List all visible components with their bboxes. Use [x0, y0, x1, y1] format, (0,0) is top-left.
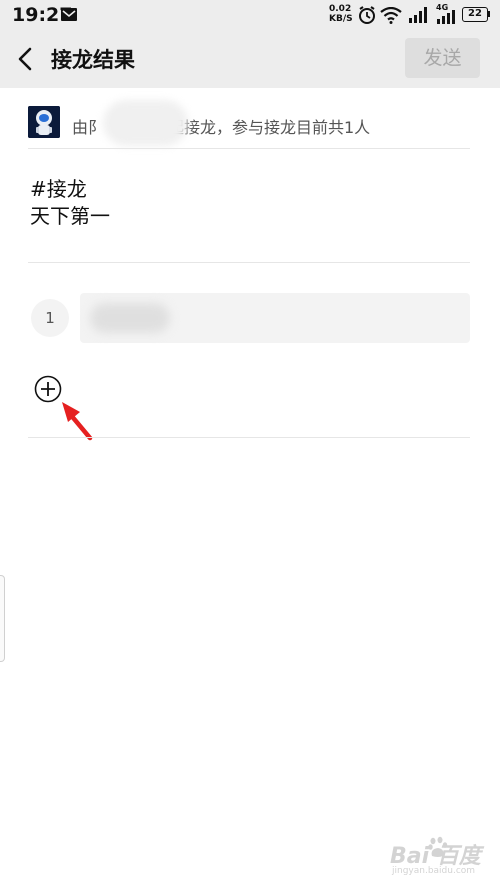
- signal-strength-icon: [409, 7, 427, 23]
- entry-index-badge: 1: [31, 299, 69, 337]
- battery-tip: [488, 11, 490, 17]
- message-notification-icon: [61, 8, 77, 21]
- back-arrow-icon[interactable]: [15, 46, 35, 72]
- divider-entries: [28, 437, 470, 438]
- side-edge-handle[interactable]: [0, 575, 5, 662]
- blurred-entry-name: [90, 303, 170, 333]
- watermark-url: jingyan.baidu.com: [392, 866, 476, 876]
- alarm-clock-icon: [359, 6, 375, 24]
- divider-top: [28, 148, 470, 149]
- network-speed: 0.02 KB/S: [329, 4, 353, 24]
- nav-header: 接龙结果 发送: [0, 30, 500, 88]
- status-bar: 19:27 0.02 KB/S 4G 22: [0, 0, 500, 30]
- page-title: 接龙结果: [51, 48, 135, 72]
- baidu-jingyan-watermark: Bai 百度 jingyan.baidu.com: [388, 836, 494, 882]
- wifi-icon: [380, 7, 402, 24]
- battery-level: 22: [468, 8, 482, 19]
- divider-content: [28, 262, 470, 263]
- baidu-paw-icon: [428, 836, 448, 857]
- entry-input[interactable]: [80, 293, 470, 343]
- astronaut-avatar-icon: [28, 106, 60, 138]
- blurred-initiator-name: [103, 100, 188, 146]
- relay-subject: 天下第一: [30, 204, 110, 228]
- send-button[interactable]: 发送: [405, 38, 480, 78]
- avatar[interactable]: [28, 106, 60, 138]
- relay-content: #接龙 天下第一: [30, 176, 110, 230]
- battery-icon: 22: [462, 7, 488, 22]
- signal-strength-4g-icon: [437, 10, 455, 24]
- relay-topic: #接龙: [30, 177, 87, 201]
